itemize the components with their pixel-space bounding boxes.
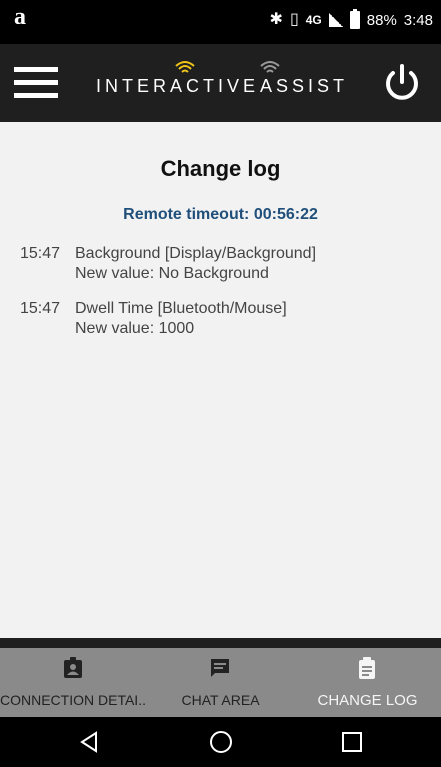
log-entry: 15:47 Dwell Time [Bluetooth/Mouse] New v… (20, 299, 430, 339)
log-value: New value: 1000 (75, 320, 195, 337)
home-icon[interactable] (206, 727, 236, 757)
brand-word-interactive: INTERACTIVE (96, 76, 260, 96)
log-list: 15:47 Background [Display/Background] Ne… (20, 244, 430, 354)
app-header: INTERACTIVE ASSIST (0, 44, 441, 122)
clock: 3:48 (403, 11, 433, 29)
brand-logo: INTERACTIVE ASSIST (96, 54, 356, 112)
log-time: 15:47 (20, 300, 61, 317)
clipboard-icon (359, 657, 375, 679)
log-setting: Dwell Time [Bluetooth/Mouse] (75, 300, 287, 317)
log-time: 15:47 (20, 245, 61, 262)
log-setting: Background [Display/Background] (75, 245, 317, 262)
back-icon[interactable] (74, 727, 104, 757)
tab-label: CHANGE LOG (317, 692, 418, 709)
change-log-content: Change log Remote timeout: 00:56:22 15:4… (0, 122, 441, 638)
tab-connection-details[interactable]: CONNECTION DETAI... (0, 648, 147, 717)
battery-percent: 88% (366, 11, 397, 29)
log-entry: 15:47 Background [Display/Background] Ne… (20, 244, 430, 284)
status-icons: ✱ ▯ 4G 88% 3:48 (269, 9, 433, 29)
log-value: New value: No Background (75, 265, 269, 282)
signal-icon (328, 13, 343, 27)
network-type: 4G (305, 13, 322, 27)
tab-label: CONNECTION DETAI... (0, 692, 147, 708)
page-title: Change log (160, 156, 281, 181)
remote-timeout: Remote timeout: 00:56:22 (123, 206, 318, 223)
tabs-divider (0, 638, 441, 648)
chat-icon (211, 659, 229, 677)
wifi-gray-icon (260, 61, 280, 73)
recents-icon[interactable] (337, 727, 367, 757)
id-badge-icon (64, 657, 82, 678)
tab-label: CHAT AREA (181, 692, 260, 708)
bluetooth-icon: ✱ (269, 11, 283, 28)
amazon-icon: a (14, 4, 26, 30)
power-icon[interactable] (381, 62, 423, 104)
status-bar: a ✱ ▯ 4G 88% 3:48 (0, 0, 441, 44)
tab-chat-area[interactable]: CHAT AREA (147, 648, 294, 717)
tab-change-log[interactable]: CHANGE LOG (294, 648, 441, 717)
battery-icon (349, 9, 360, 29)
brand-word-assist: ASSIST (260, 76, 349, 96)
bottom-tab-bar: CONNECTION DETAI... CHAT AREA CHANGE LOG (0, 648, 441, 717)
navigation-bar (0, 717, 441, 767)
wifi-yellow-icon (175, 61, 195, 73)
vibrate-icon: ▯ (289, 11, 299, 28)
hamburger-menu-icon[interactable] (14, 67, 58, 99)
